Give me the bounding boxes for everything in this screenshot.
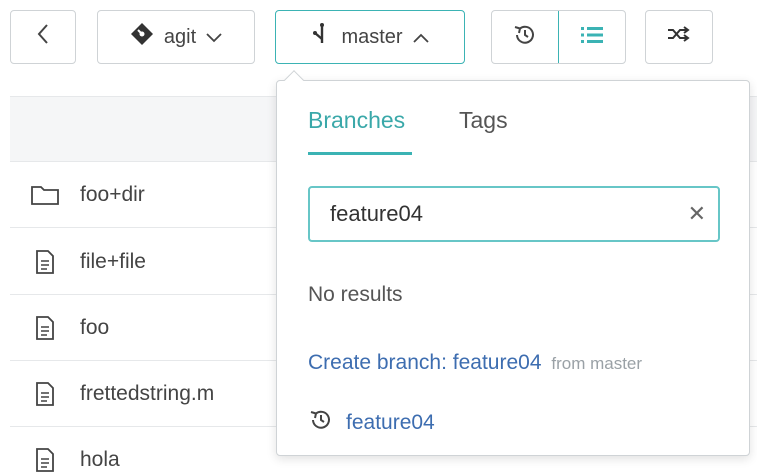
history-icon (512, 22, 538, 53)
file-icon (28, 447, 62, 473)
repo-selector-button[interactable]: agit (97, 10, 255, 64)
file-icon (28, 315, 62, 341)
branch-label: master (341, 25, 403, 48)
repo-label: agit (163, 25, 197, 48)
shuffle-icon (666, 23, 692, 51)
compare-button[interactable] (645, 10, 713, 64)
file-icon (28, 249, 62, 275)
file-name: frettedstring.m (80, 381, 215, 405)
branch-selector-button[interactable]: master (275, 10, 465, 64)
git-branch-icon (311, 22, 331, 52)
list-view-button[interactable] (558, 11, 625, 63)
diamond-icon (130, 22, 154, 52)
tab-tags[interactable]: Tags (459, 107, 508, 134)
recent-branch-name: feature04 (346, 411, 435, 434)
recent-branch-item[interactable]: feature04 (308, 407, 435, 439)
history-icon (308, 407, 334, 439)
file-name: file+file (80, 249, 146, 273)
file-name: foo (80, 315, 110, 339)
chevron-down-icon (206, 26, 222, 49)
create-branch-prefix: Create branch: (308, 351, 447, 374)
create-branch-from: from master (551, 354, 643, 373)
list-icon (579, 24, 605, 51)
file-icon (28, 381, 62, 407)
branch-search-input[interactable] (330, 201, 688, 227)
popover-caret (284, 70, 304, 90)
chevron-left-icon (36, 23, 50, 51)
create-branch-name: feature04 (452, 351, 542, 374)
file-name: hola (80, 447, 120, 471)
folder-icon (28, 184, 62, 206)
branch-popover: Branches Tags ✕ No results Create branch… (276, 70, 750, 456)
back-button[interactable] (10, 10, 76, 64)
no-results-text: No results (308, 283, 403, 306)
clear-search-icon[interactable]: ✕ (688, 201, 706, 227)
history-view-button[interactable] (492, 11, 558, 63)
view-toggle-group (491, 10, 626, 64)
branch-search-box: ✕ (308, 186, 720, 242)
tab-branches[interactable]: Branches (308, 107, 405, 134)
chevron-up-icon (412, 26, 429, 49)
file-name: foo+dir (80, 182, 145, 206)
create-branch-link[interactable]: Create branch: feature04 from master (308, 351, 642, 375)
active-tab-indicator (308, 152, 412, 155)
